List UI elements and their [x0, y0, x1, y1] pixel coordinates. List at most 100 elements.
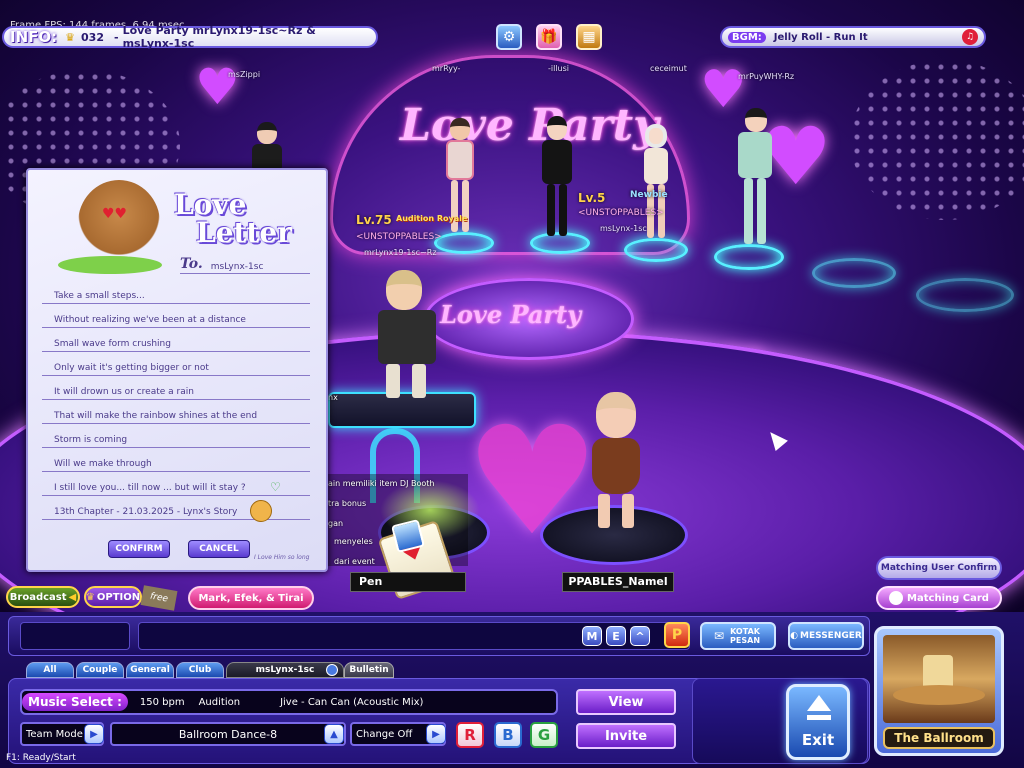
messenger-icon: ◐ — [790, 631, 799, 641]
avatar-dj[interactable] — [374, 270, 440, 400]
player-nameplate: Pen — [350, 572, 466, 592]
status-text: F1: Ready/Start — [6, 753, 76, 763]
team-red-button[interactable]: R — [456, 722, 484, 748]
level-tag: Lv.75 — [356, 213, 392, 227]
broadcast-label: Broadcast — [9, 591, 67, 603]
chat-channel-box[interactable] — [20, 622, 130, 650]
shop-icon[interactable]: ▦ — [576, 24, 602, 50]
matching-card-label: Matching Card — [907, 592, 989, 604]
recipient-line: To. msLynx-1sc — [180, 256, 310, 274]
team-mode-label: Team Mode — [26, 728, 83, 740]
letter-line: Only wait it's getting bigger or not — [42, 356, 310, 376]
to-label: To. — [180, 256, 203, 272]
avatar-dancer[interactable] — [586, 392, 646, 532]
points-icon[interactable]: P — [664, 622, 690, 648]
bgm-bar: BGM: Jelly Roll - Run It ♫ — [720, 26, 986, 48]
player-name: msZippi — [228, 70, 261, 79]
matching-user-confirm-button[interactable]: Matching User Confirm — [876, 556, 1002, 580]
eject-bar — [807, 715, 831, 720]
tab-bulletin[interactable]: Bulletin — [344, 662, 394, 678]
broadcast-button[interactable]: Broadcast ◀ — [6, 586, 80, 608]
music-toggle-icon[interactable]: ♫ — [962, 29, 978, 45]
bg-light-panel-right — [850, 60, 1024, 220]
chat-fragment: tra bonus — [328, 499, 367, 508]
option-label: OPTION — [96, 591, 141, 603]
exit-label: Exit — [801, 731, 835, 749]
floor-sign: Love Party — [440, 300, 582, 329]
room-title: Love Party mrLynx19-1sc~Rz & msLynx-1sc — [122, 24, 316, 50]
change-label: Change Off — [356, 728, 413, 740]
ticker-banner[interactable]: Mark, Efek, & Tirai — [188, 586, 314, 610]
letter-line: Take a small steps... — [42, 284, 310, 304]
room-preview[interactable]: The Ballroom — [874, 626, 1004, 756]
signature: I Love Him so long — [254, 554, 310, 561]
avatar[interactable] — [252, 122, 282, 172]
game-mode-value: Ballroom Dance-8 — [178, 727, 278, 741]
invite-button[interactable]: Invite — [576, 723, 676, 749]
team-green-button[interactable]: G — [530, 722, 558, 748]
grass-decoration — [58, 256, 162, 274]
music-select-label: Music Select : — [22, 693, 128, 711]
music-select-bar[interactable]: Music Select : 150 bpm Audition Jive - C… — [20, 689, 558, 715]
avatar[interactable] — [738, 108, 772, 248]
avatar[interactable] — [542, 116, 572, 238]
confirm-button[interactable]: CONFIRM — [108, 540, 170, 558]
letter-line: Small wave form crushing — [42, 332, 310, 352]
matching-card-button[interactable]: Matching Card — [876, 586, 1002, 610]
view-button[interactable]: View — [576, 689, 676, 715]
chat-fragment: menyeles — [334, 537, 373, 546]
change-next-icon[interactable]: ▶ — [426, 724, 446, 744]
room-number: 032 — [81, 30, 104, 44]
mode-up-icon[interactable]: ▲ — [324, 724, 344, 744]
messenger-button[interactable]: ◐ MESSENGER — [788, 622, 864, 650]
team-blue-button[interactable]: B — [494, 722, 522, 748]
chat-fragment: dari event — [334, 557, 375, 566]
letter-line: It will drown us or create a rain — [42, 380, 310, 400]
kotak-pesan-label: KOTAK PESAN — [730, 627, 761, 645]
tab-general[interactable]: General — [126, 662, 174, 678]
cancel-button[interactable]: CANCEL — [188, 540, 250, 558]
macro-icon[interactable]: M — [582, 626, 602, 646]
player-name: mrPuyWHY-Rz — [738, 72, 795, 81]
heart-icon: ♡ — [270, 480, 281, 494]
option-button[interactable]: ♛ OPTION — [84, 586, 142, 608]
letter-title-2: Letter — [196, 216, 292, 249]
player-name: -illusi — [548, 64, 570, 73]
love-letter-dialog: ♥♥ Love Letter To. msLynx-1sc Take a sma… — [26, 168, 328, 572]
bpm-value: 150 bpm — [139, 696, 185, 708]
room-name: The Ballroom — [883, 727, 995, 749]
player-name: mrLynx19-1sc~Rz — [364, 248, 437, 257]
player-name: msLynx-1sc — [600, 224, 647, 233]
tab-couple[interactable]: Couple — [76, 662, 124, 678]
emoticon-icon[interactable]: E — [606, 626, 626, 646]
info-bar: INFO: ♛ 032 - Love Party mrLynx19-1sc~Rz… — [2, 24, 378, 50]
teddy-bear-icon: ♥♥ — [78, 180, 160, 266]
exit-button[interactable]: Exit — [786, 684, 850, 760]
bgm-label: BGM: — [728, 31, 766, 43]
level-tag: Lv.5 — [578, 191, 606, 205]
pad — [916, 278, 1014, 312]
letter-line: Will we make through — [42, 452, 310, 472]
tab-club[interactable]: Club — [176, 662, 224, 678]
song-name: Jive - Can Can (Acoustic Mix) — [280, 696, 424, 708]
kotak-pesan-button[interactable]: ✉ KOTAK PESAN — [700, 622, 776, 650]
user-dot-icon — [326, 664, 338, 676]
gear-icon[interactable]: ⚙ — [496, 24, 522, 50]
player-name: mrRyy- — [432, 64, 461, 73]
hamster-icon — [250, 500, 272, 522]
newbie-badge: Newbie — [630, 190, 668, 200]
pad — [812, 258, 896, 288]
game-mode-select[interactable]: Ballroom Dance-8 — [110, 722, 346, 746]
expand-icon[interactable]: ^ — [630, 626, 650, 646]
tab-all[interactable]: All — [26, 662, 74, 678]
gift-icon[interactable]: 🎁 — [536, 24, 562, 50]
guild-tag: <UNSTOPPABLES> — [578, 208, 664, 218]
heart-icon: ♥ — [195, 58, 240, 116]
info-label: INFO: — [10, 28, 58, 46]
team-mode-next-icon[interactable]: ▶ — [84, 724, 104, 744]
bgm-song: Jelly Roll - Run It — [773, 31, 868, 43]
music-mode: Audition — [198, 696, 241, 708]
ballroom-image — [883, 635, 995, 723]
letter-line: Storm is coming — [42, 428, 310, 448]
guild-tag: <UNSTOPPABLES> — [356, 232, 442, 242]
